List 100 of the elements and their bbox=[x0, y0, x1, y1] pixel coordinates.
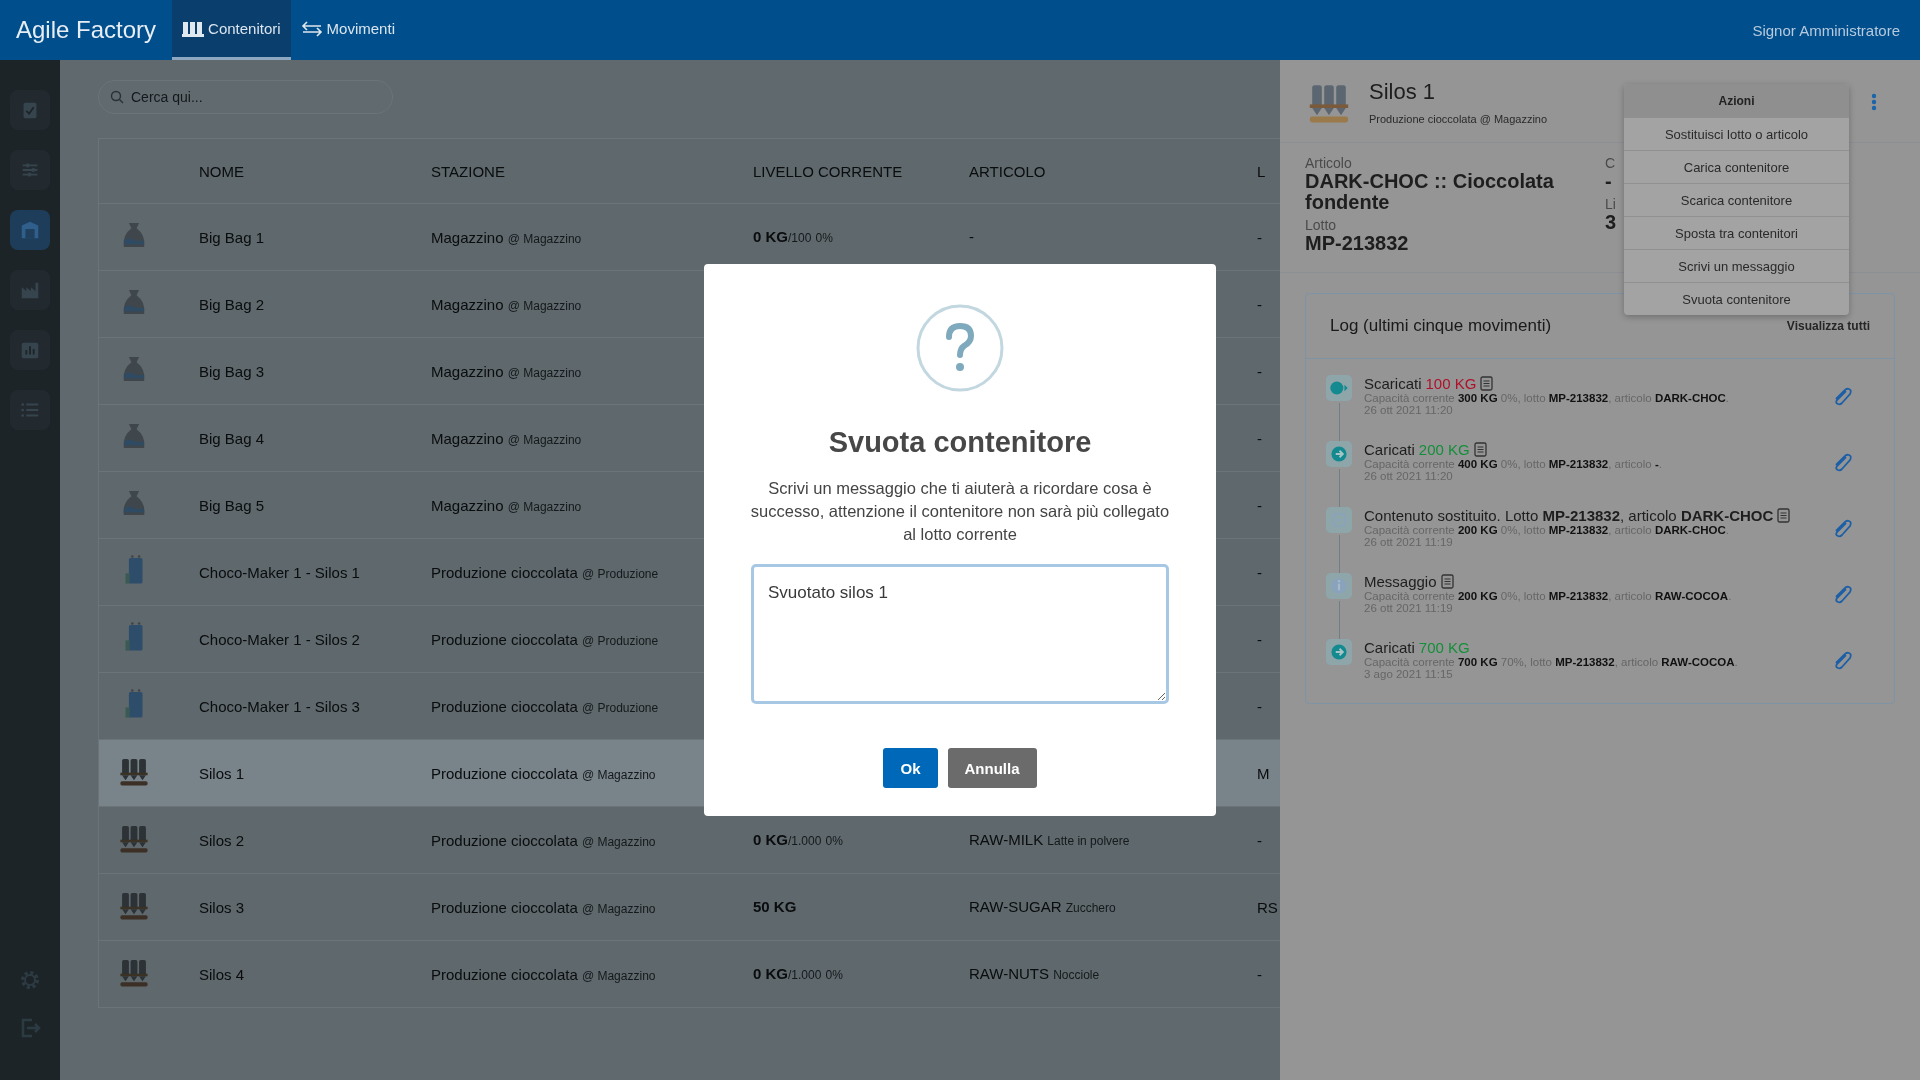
swap-arrows-icon bbox=[300, 19, 323, 38]
lot-cell-text: - bbox=[1257, 496, 1263, 514]
cancel-button[interactable]: Annulla bbox=[947, 748, 1037, 789]
clipboard-icon[interactable] bbox=[10, 90, 50, 130]
log-entry-title: Caricati bbox=[1364, 639, 1415, 656]
field-value: MP-213832 bbox=[1305, 233, 1410, 254]
log-title: Log (ultimi cinque movimenti) bbox=[1330, 316, 1552, 336]
menu-item[interactable]: Scarica contenitore bbox=[1624, 183, 1849, 216]
article-cell-text: RAW-MILK Latte in polvere bbox=[968, 831, 1130, 848]
lot-cell-text: - bbox=[1257, 563, 1263, 581]
lot-cell-text: - bbox=[1257, 362, 1263, 380]
article-cell-text: RAW-SUGAR Zucchero bbox=[968, 898, 1116, 915]
menu-item[interactable]: Carica contenitore bbox=[1624, 150, 1849, 183]
level-cell-text: 50 KG bbox=[752, 898, 797, 915]
lot-cell-text: - bbox=[1257, 295, 1263, 313]
station-cell-text: Produzione cioccolata @ Magazzino bbox=[430, 965, 657, 983]
station-cell-text: Produzione cioccolata @ Magazzino bbox=[430, 831, 657, 849]
warehouse-icon[interactable] bbox=[10, 210, 50, 250]
message-field[interactable]: Svuotato silos 1 bbox=[751, 564, 1169, 705]
station-cell-text: Produzione cioccolata @ Magazzino bbox=[430, 764, 657, 782]
lot-cell-text: - bbox=[1257, 630, 1263, 648]
field-value: 3 bbox=[1605, 212, 1617, 233]
log-amount: 700 KG bbox=[1418, 639, 1470, 656]
log-amount: 200 KG bbox=[1418, 441, 1470, 458]
sliders-icon[interactable] bbox=[10, 150, 50, 190]
user-name[interactable]: Signor Amministratore bbox=[1752, 0, 1920, 60]
lot-cell-text: RS bbox=[1257, 898, 1279, 916]
station-cell-text: Produzione cioccolata @ Produzione bbox=[430, 630, 660, 648]
article-cell-text: RAW-NUTS Nocciole bbox=[968, 965, 1100, 982]
station-cell-text: Magazzino @ Magazzino bbox=[430, 496, 583, 514]
station-cell-text: Magazzino @ Magazzino bbox=[430, 228, 583, 246]
column-header[interactable]: STAZIONE bbox=[419, 162, 741, 180]
note-icon[interactable] bbox=[1480, 376, 1494, 391]
search-field[interactable]: Cerca qui... bbox=[98, 80, 393, 114]
search-icon bbox=[110, 90, 124, 104]
container-subtitle: Produzione cioccolata @ Magazzino bbox=[1369, 113, 1548, 125]
dialog-title: Svuota contenitore bbox=[828, 426, 1092, 459]
settings-icon[interactable] bbox=[18, 968, 42, 992]
station-cell-text: Magazzino @ Magazzino bbox=[430, 429, 583, 447]
field-label: Articolo bbox=[1305, 155, 1353, 171]
note-icon[interactable] bbox=[1473, 442, 1487, 457]
question-icon bbox=[916, 304, 1004, 392]
level-cell-text: 0 KG/100 0% bbox=[752, 228, 833, 245]
name-cell-text: Silos 2 bbox=[198, 831, 246, 849]
log-entry-title: Messaggio bbox=[1364, 573, 1437, 590]
more-icon[interactable] bbox=[1871, 93, 1877, 111]
station-cell-text: Produzione cioccolata @ Magazzino bbox=[430, 898, 657, 916]
note-icon[interactable] bbox=[1777, 508, 1791, 523]
name-cell-text: Big Bag 2 bbox=[198, 295, 266, 313]
field-value: - bbox=[1605, 171, 1612, 192]
log-entry-title: Contenuto sostituito. Lotto MP-213832, articolo DARK-CHOC bbox=[1364, 507, 1774, 524]
name-cell-text: Silos 4 bbox=[198, 965, 246, 983]
menu-item[interactable]: Scrivi un messaggio bbox=[1624, 249, 1849, 282]
nav-tab[interactable]: Movimenti bbox=[290, 0, 405, 60]
lot-cell-text: - bbox=[1257, 429, 1263, 447]
name-cell-text: Choco-Maker 1 - Silos 3 bbox=[198, 697, 361, 715]
note-icon[interactable] bbox=[1440, 574, 1454, 589]
column-header[interactable]: LIVELLO CORRENTE bbox=[741, 162, 957, 180]
name-cell-text: Silos 3 bbox=[198, 898, 246, 916]
level-cell-text: 0 KG/1.000 0% bbox=[752, 965, 843, 982]
column-header[interactable]: L bbox=[1257, 162, 1280, 180]
log-entry-title: Caricati bbox=[1364, 441, 1415, 458]
column-header[interactable]: ARTICOLO bbox=[957, 162, 1257, 180]
menu-item[interactable]: Sostituisci lotto o articolo bbox=[1624, 117, 1849, 150]
lot-cell-text: - bbox=[1257, 965, 1263, 983]
station-cell-text: Magazzino @ Magazzino bbox=[430, 295, 583, 313]
name-cell-text: Big Bag 4 bbox=[198, 429, 266, 447]
ok-button[interactable]: Ok bbox=[883, 748, 938, 789]
container-title: Silos 1 bbox=[1369, 79, 1437, 105]
lot-cell-text: - bbox=[1257, 697, 1263, 715]
lot-cell-text: - bbox=[1257, 228, 1263, 246]
name-cell-text: Choco-Maker 1 - Silos 1 bbox=[198, 563, 361, 581]
name-cell-text: Big Bag 5 bbox=[198, 496, 266, 514]
field-value: DARK-CHOC :: Cioccolata fondente bbox=[1305, 171, 1555, 213]
name-cell-text: Choco-Maker 1 - Silos 2 bbox=[198, 630, 361, 648]
name-cell-text: Big Bag 1 bbox=[198, 228, 266, 246]
station-cell-text: Produzione cioccolata @ Produzione bbox=[430, 563, 660, 581]
log-amount: 100 KG bbox=[1425, 375, 1477, 392]
field-label: C bbox=[1605, 155, 1616, 171]
column-header[interactable]: NOME bbox=[187, 162, 419, 180]
lot-cell-text: - bbox=[1257, 831, 1263, 849]
field-label: Li bbox=[1605, 196, 1616, 212]
silos-icon bbox=[182, 19, 205, 38]
lot-cell-text: M bbox=[1257, 764, 1271, 782]
station-cell-text: Produzione cioccolata @ Produzione bbox=[430, 697, 660, 715]
menu-item[interactable]: Sposta tra contenitori bbox=[1624, 216, 1849, 249]
factory-icon[interactable] bbox=[10, 270, 50, 310]
dialog-message: Scrivi un messaggio che ti aiuterà a ricordare cosa è successo, attenzione il contenitore non sarà più collegato al lotto corrente bbox=[750, 478, 1170, 546]
station-cell-text: Magazzino @ Magazzino bbox=[430, 362, 583, 380]
app-title: Agile Factory bbox=[15, 15, 158, 45]
list-icon[interactable] bbox=[10, 390, 50, 430]
view-all-link[interactable]: Visualizza tutti bbox=[1786, 319, 1870, 333]
field-label: Lotto bbox=[1305, 217, 1338, 233]
menu-title: Azioni bbox=[1624, 84, 1849, 117]
name-cell-text: Big Bag 3 bbox=[198, 362, 266, 380]
bar-chart-icon[interactable] bbox=[10, 330, 50, 370]
log-entry-title: Scaricati bbox=[1364, 375, 1422, 392]
menu-item[interactable]: Svuota contenitore bbox=[1624, 282, 1849, 315]
name-cell-text: Silos 1 bbox=[198, 764, 246, 782]
nav-tab[interactable]: Contenitori bbox=[172, 0, 291, 60]
